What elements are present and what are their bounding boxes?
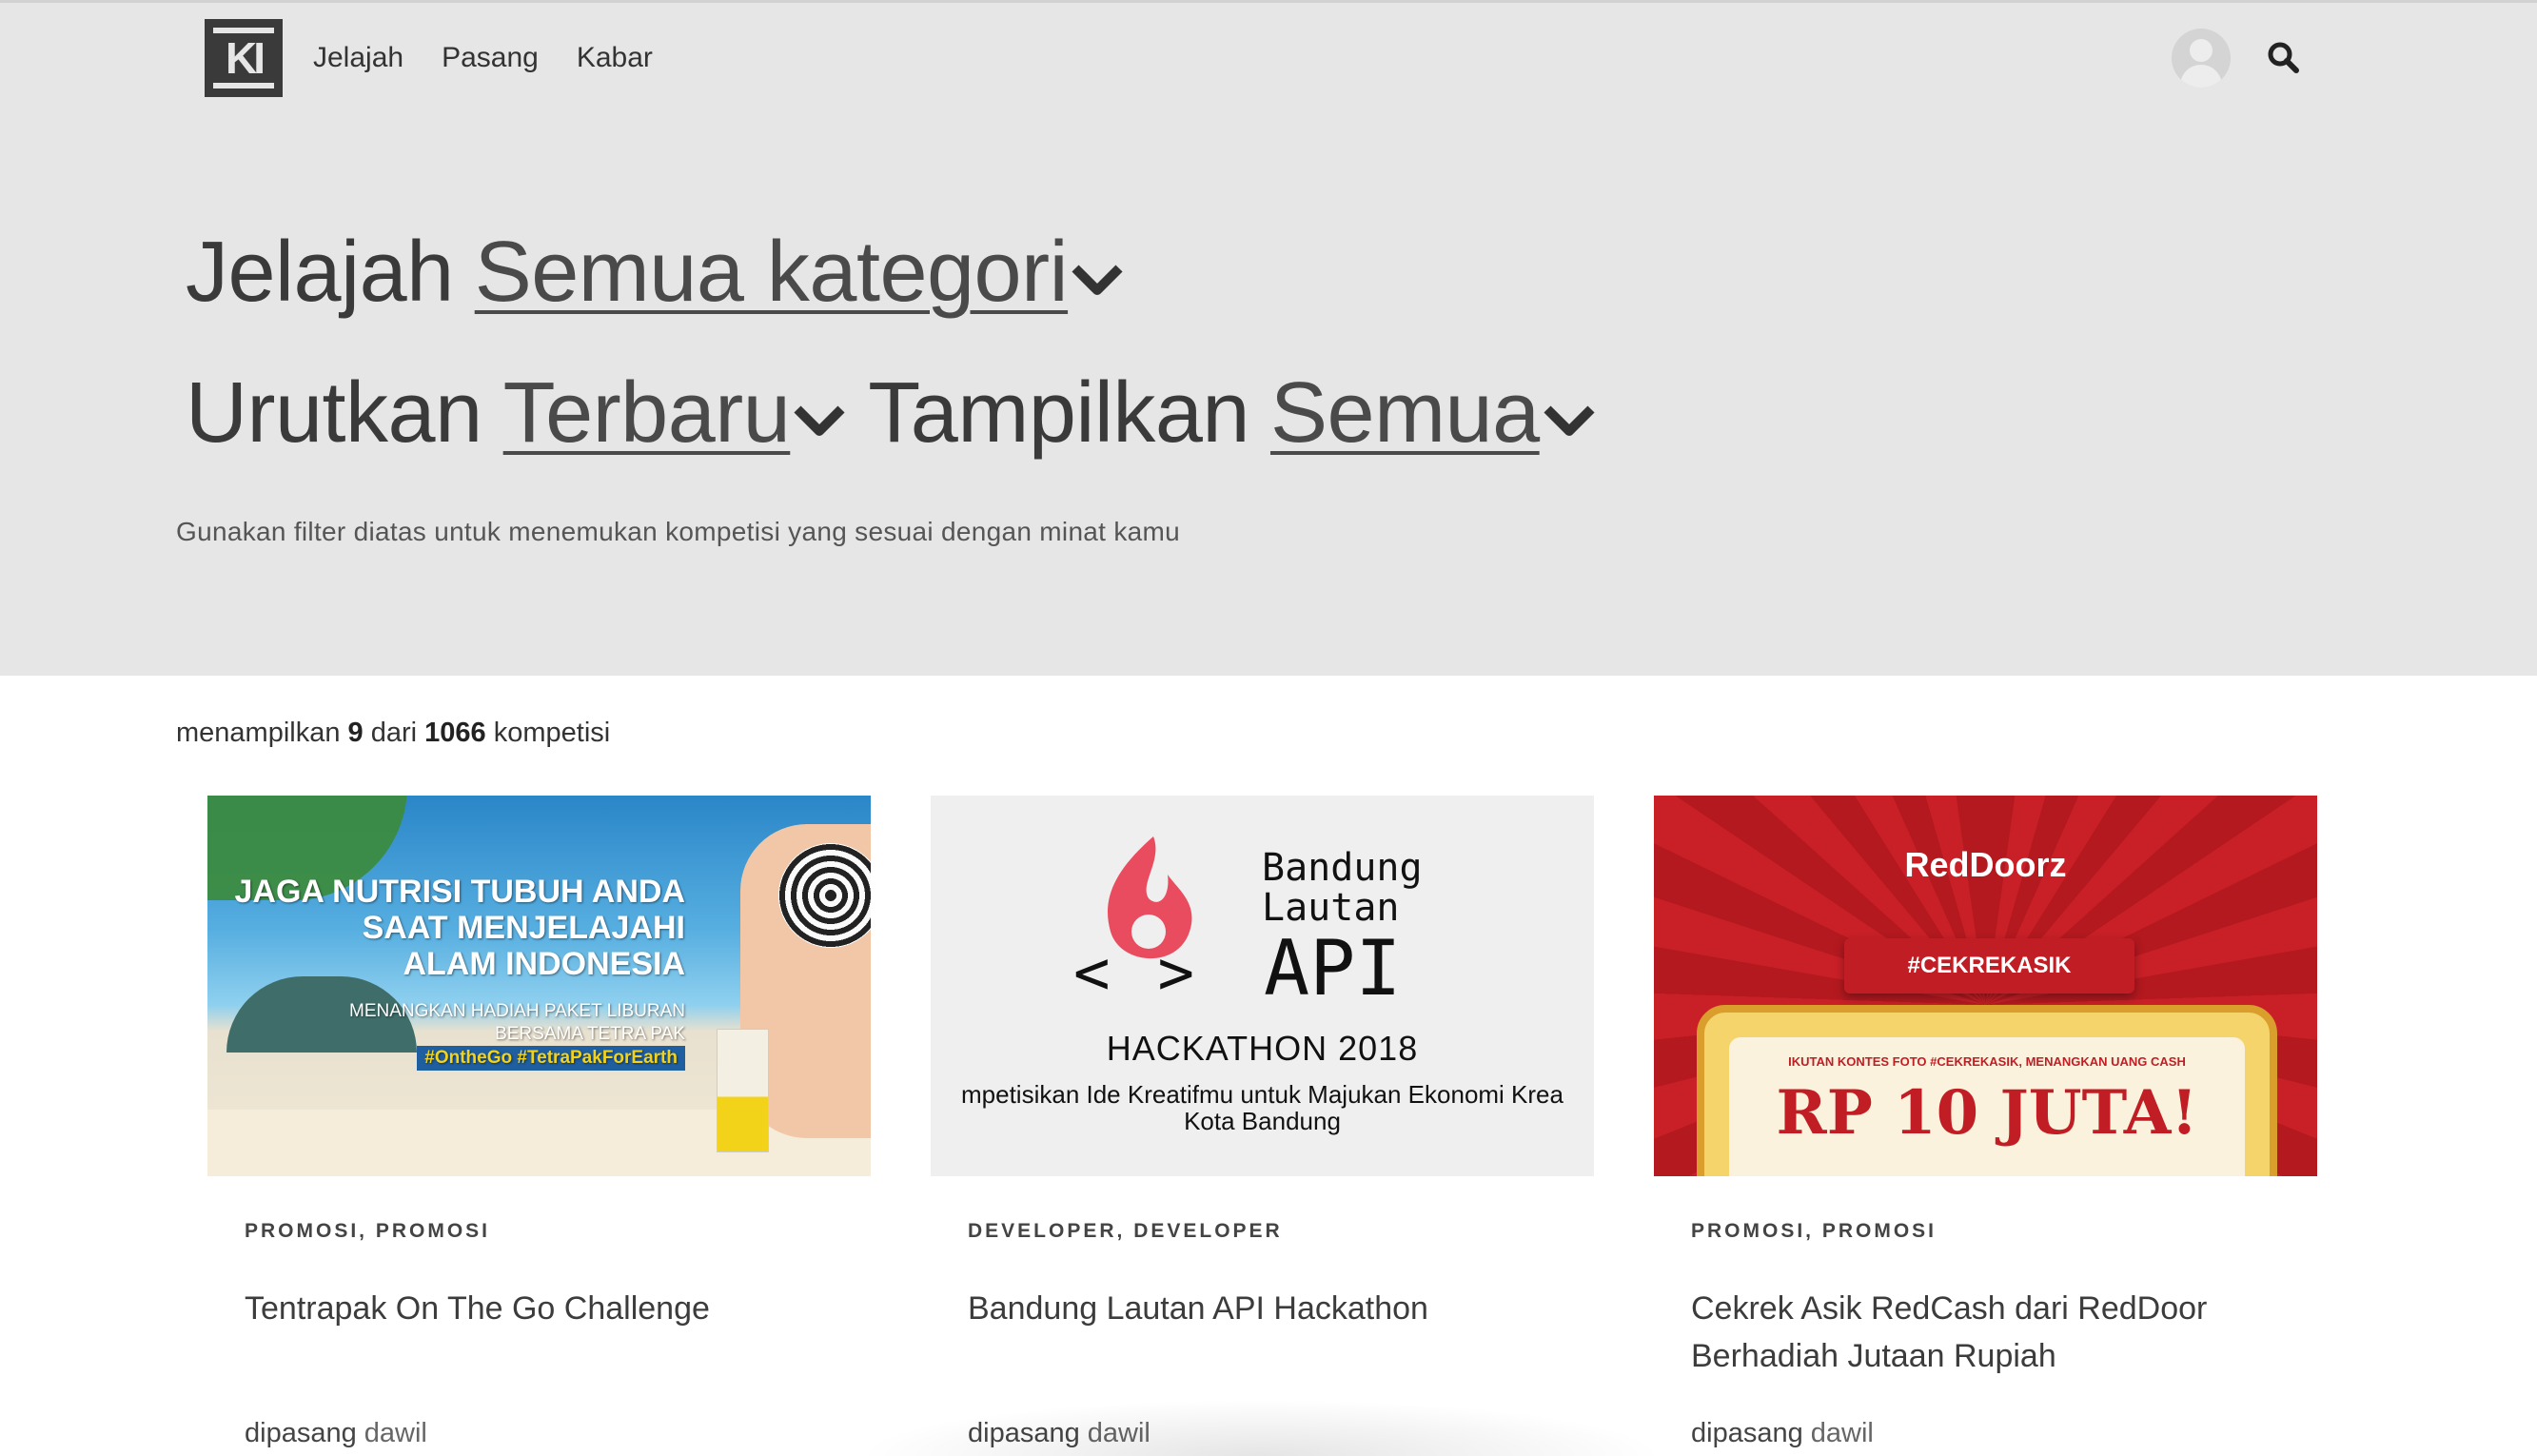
show-select-value: Semua	[1269, 365, 1540, 461]
hero-filter-section: KI Jelajah Pasang Kabar Jelajah Semua ka…	[0, 0, 2537, 676]
results-prefix: menampilkan	[176, 718, 341, 748]
posted-prefix: dipasang	[245, 1418, 357, 1448]
site-logo[interactable]: KI	[205, 19, 283, 97]
card-image[interactable]: JAGA NUTRISI TUBUH ANDA SAAT MENJELAJAHI…	[207, 796, 871, 1176]
filter-line-category: Jelajah Semua kategori	[186, 224, 1125, 322]
posted-prefix: dipasang	[1691, 1418, 1803, 1448]
card-title[interactable]: Tentrapak On The Go Challenge	[245, 1285, 835, 1332]
card-category[interactable]: PROMOSI, PROMOSI	[245, 1220, 871, 1243]
top-nav: KI Jelajah Pasang Kabar	[205, 19, 653, 97]
card-posted-by: dipasang dawil	[245, 1418, 427, 1449]
results-middle: dari	[370, 718, 418, 748]
card-author-link[interactable]: dawil	[1811, 1418, 1874, 1448]
decorative-shadow	[856, 1399, 1665, 1456]
card-posted-by: dipasang dawil	[1691, 1418, 1874, 1449]
card-title[interactable]: Bandung Lautan API Hackathon	[968, 1285, 1558, 1332]
image-api: API	[1264, 924, 1402, 1013]
competition-card[interactable]: JAGA NUTRISI TUBUH ANDA SAAT MENJELAJAHI…	[207, 796, 871, 1448]
filter-show-label: Tampilkan	[868, 365, 1249, 461]
nav-link-jelajah[interactable]: Jelajah	[313, 42, 403, 74]
results-total: 1066	[424, 718, 486, 748]
category-select-value: Semua kategori	[474, 225, 1069, 320]
card-author-link[interactable]: dawil	[364, 1418, 427, 1448]
filter-line-sort-show: Urutkan Terbaru Tampilkan Semua	[186, 364, 1597, 462]
results-suffix: kompetisi	[493, 718, 611, 748]
image-hashtags: #OntheGo #TetraPakForEarth	[417, 1046, 685, 1071]
code-brackets: <>	[1073, 938, 1243, 1009]
chevron-down-icon	[1544, 405, 1595, 436]
nav-link-kabar[interactable]: Kabar	[577, 42, 653, 74]
user-avatar-icon[interactable]	[2172, 29, 2231, 88]
card-category[interactable]: PROMOSI, PROMOSI	[1691, 1220, 2317, 1243]
image-subtext: MENANGKAN HADIAH PAKET LIBURAN BERSAMA T…	[349, 1001, 685, 1044]
competition-card[interactable]: <> Bandung Lautan API HACKATHON 2018 mpe…	[931, 796, 1594, 1448]
card-image[interactable]: RedDoorz #CEKREKASIK IKUTAN KONTES FOTO …	[1654, 796, 2317, 1176]
filter-hint-text: Gunakan filter diatas untuk menemukan ko…	[176, 517, 1181, 546]
sort-select-value: Terbaru	[502, 365, 791, 461]
image-event: HACKATHON 2018	[1106, 1029, 1419, 1068]
image-brand: Bandung Lautan	[1262, 846, 1423, 930]
prize-board: IKUTAN KONTES FOTO #CEKREKASIK, MENANGKA…	[1697, 1005, 2277, 1176]
category-select[interactable]: Semua kategori	[475, 224, 1125, 322]
show-select[interactable]: Semua	[1270, 364, 1597, 462]
image-headline: JAGA NUTRISI TUBUH ANDA SAAT MENJELAJAHI…	[234, 874, 685, 982]
avatar-head	[2190, 39, 2212, 62]
card-category[interactable]: DEVELOPER, DEVELOPER	[968, 1220, 1594, 1243]
image-tag: #CEKREKASIK	[1844, 938, 2134, 994]
chevron-down-icon	[794, 405, 845, 436]
nav-link-pasang[interactable]: Pasang	[442, 42, 539, 74]
results-shown: 9	[347, 718, 364, 748]
sort-select[interactable]: Terbaru	[503, 364, 848, 462]
chevron-down-icon	[1072, 265, 1123, 295]
search-icon[interactable]	[2265, 39, 2303, 77]
image-small-text: IKUTAN KONTES FOTO #CEKREKASIK, MENANGKA…	[1788, 1054, 2186, 1069]
competition-card[interactable]: RedDoorz #CEKREKASIK IKUTAN KONTES FOTO …	[1654, 796, 2317, 1448]
card-title[interactable]: Cekrek Asik RedCash dari RedDoor Berhadi…	[1691, 1285, 2281, 1380]
image-brand: RedDoorz	[1904, 845, 2067, 884]
image-prize-text: RP 10 JUTA!	[1776, 1077, 2198, 1149]
logo-text: KI	[213, 28, 274, 89]
image-tagline: mpetisikan Ide Kreatifmu untuk Majukan E…	[961, 1080, 1564, 1135]
filter-jelajah-label: Jelajah	[186, 225, 454, 320]
results-count: menampilkan 9 dari 1066 kompetisi	[176, 718, 610, 749]
filter-sort-label: Urutkan	[186, 365, 482, 461]
card-image[interactable]: <> Bandung Lautan API HACKATHON 2018 mpe…	[931, 796, 1594, 1176]
avatar-body	[2180, 65, 2222, 88]
